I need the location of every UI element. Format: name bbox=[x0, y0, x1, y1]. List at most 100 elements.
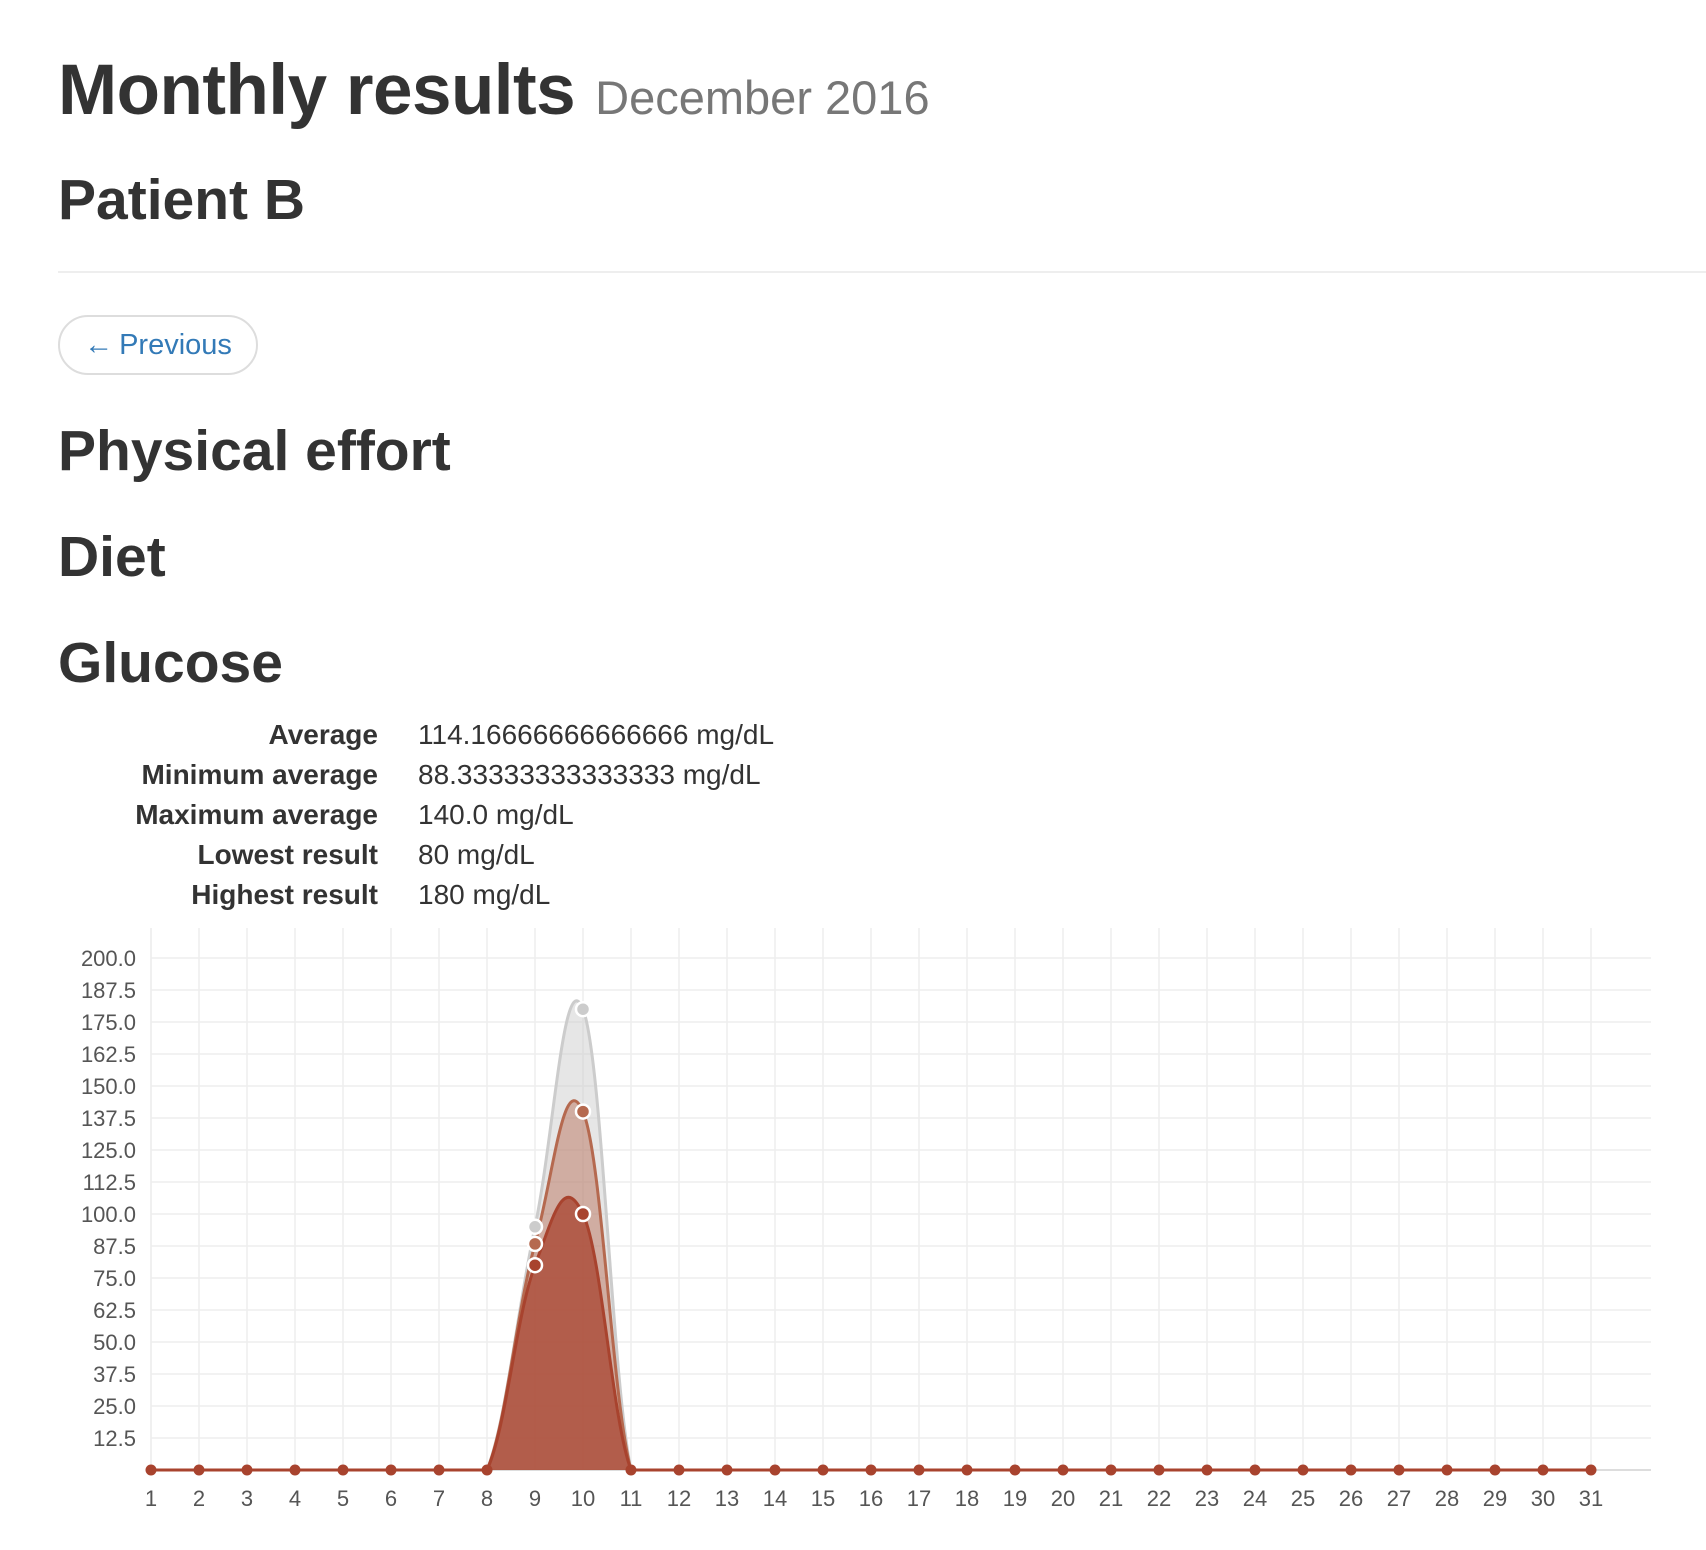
data-point bbox=[1537, 1464, 1549, 1476]
data-point bbox=[289, 1464, 301, 1476]
section-glucose: Glucose bbox=[58, 631, 283, 695]
x-tick-label: 23 bbox=[1195, 1486, 1219, 1511]
stat-label: Lowest result bbox=[197, 839, 378, 870]
x-tick-label: 27 bbox=[1387, 1486, 1411, 1511]
x-tick-label: 20 bbox=[1051, 1486, 1075, 1511]
y-tick-label: 125.0 bbox=[81, 1138, 136, 1163]
data-point bbox=[241, 1464, 253, 1476]
data-point bbox=[574, 1103, 592, 1120]
y-tick-label: 200.0 bbox=[81, 946, 136, 971]
data-point bbox=[721, 1464, 733, 1476]
x-tick-label: 16 bbox=[859, 1486, 883, 1511]
data-point bbox=[1441, 1464, 1453, 1476]
stat-maximum-average: Maximum average 140.0 mg/dL bbox=[58, 799, 958, 839]
x-tick-label: 31 bbox=[1579, 1486, 1603, 1511]
data-point bbox=[1489, 1464, 1501, 1476]
data-point bbox=[625, 1464, 637, 1476]
data-point bbox=[1249, 1464, 1261, 1476]
stat-value: 114.16666666666666 mg/dL bbox=[418, 719, 775, 750]
data-point bbox=[526, 1218, 544, 1236]
data-point bbox=[1585, 1464, 1597, 1476]
x-tick-label: 28 bbox=[1435, 1486, 1459, 1511]
y-tick-label: 87.5 bbox=[93, 1234, 136, 1259]
data-point bbox=[673, 1464, 685, 1476]
data-point bbox=[1153, 1464, 1165, 1476]
y-tick-label: 112.5 bbox=[83, 1170, 136, 1195]
stat-value: 88.33333333333333 mg/dL bbox=[418, 759, 761, 790]
stat-minimum-average: Minimum average 88.33333333333333 mg/dL bbox=[58, 759, 958, 799]
x-tick-label: 5 bbox=[337, 1486, 349, 1511]
previous-button-label: Previous bbox=[119, 328, 232, 361]
x-tick-label: 15 bbox=[811, 1486, 835, 1511]
data-point bbox=[385, 1464, 397, 1476]
x-tick-label: 30 bbox=[1531, 1486, 1555, 1511]
x-tick-label: 3 bbox=[241, 1486, 253, 1511]
x-tick-label: 19 bbox=[1003, 1486, 1027, 1511]
data-point bbox=[961, 1464, 973, 1476]
x-tick-label: 2 bbox=[193, 1486, 205, 1511]
stat-lowest-result: Lowest result 80 mg/dL bbox=[58, 839, 958, 879]
stat-value: 180 mg/dL bbox=[418, 879, 551, 910]
title-row: Monthly results December 2016 bbox=[58, 50, 930, 131]
stat-highest-result: Highest result 180 mg/dL bbox=[58, 879, 958, 919]
y-tick-label: 150.0 bbox=[81, 1074, 136, 1099]
y-tick-label: 62.5 bbox=[93, 1298, 136, 1323]
x-tick-label: 24 bbox=[1243, 1486, 1267, 1511]
page-title: Monthly results bbox=[58, 51, 576, 130]
data-point bbox=[526, 1235, 544, 1253]
stat-value: 80 mg/dL bbox=[418, 839, 535, 870]
data-point bbox=[1009, 1464, 1021, 1476]
y-tick-label: 25.0 bbox=[93, 1394, 136, 1419]
stat-label: Maximum average bbox=[135, 799, 378, 830]
x-tick-label: 6 bbox=[385, 1486, 397, 1511]
x-tick-label: 22 bbox=[1147, 1486, 1171, 1511]
patient-name: Patient B bbox=[58, 168, 306, 232]
x-tick-label: 12 bbox=[667, 1486, 691, 1511]
x-tick-label: 18 bbox=[955, 1486, 979, 1511]
stat-average: Average 114.16666666666666 mg/dL bbox=[58, 719, 958, 759]
data-point bbox=[1393, 1464, 1405, 1476]
y-tick-label: 175.0 bbox=[81, 1010, 136, 1035]
data-point bbox=[1201, 1464, 1213, 1476]
glucose-chart-svg: 12.525.037.550.062.575.087.5100.0112.512… bbox=[81, 928, 1651, 1511]
x-tick-label: 4 bbox=[289, 1486, 301, 1511]
x-tick-label: 17 bbox=[907, 1486, 931, 1511]
x-tick-label: 21 bbox=[1099, 1486, 1123, 1511]
data-point bbox=[193, 1464, 205, 1476]
section-diet: Diet bbox=[58, 525, 166, 589]
data-point bbox=[817, 1464, 829, 1476]
data-point bbox=[769, 1464, 781, 1476]
x-tick-label: 10 bbox=[571, 1486, 595, 1511]
data-point bbox=[1297, 1464, 1309, 1476]
y-tick-label: 137.5 bbox=[81, 1106, 136, 1131]
data-point bbox=[337, 1464, 349, 1476]
page-subtitle: December 2016 bbox=[595, 71, 930, 124]
y-tick-label: 187.5 bbox=[81, 978, 136, 1003]
x-tick-label: 11 bbox=[620, 1486, 643, 1511]
data-point bbox=[574, 1000, 592, 1018]
y-tick-label: 37.5 bbox=[93, 1362, 136, 1387]
x-tick-label: 13 bbox=[715, 1486, 739, 1511]
x-tick-label: 7 bbox=[433, 1486, 445, 1511]
x-tick-label: 8 bbox=[481, 1486, 493, 1511]
stat-label: Average bbox=[268, 719, 378, 750]
y-tick-label: 100.0 bbox=[81, 1202, 136, 1227]
glucose-chart: 12.5 25.0 37.5 50.0 62.5 75.0 87.5 100.0 112.5 12… bbox=[58, 920, 1658, 1520]
y-tick-label: 162.5 bbox=[81, 1042, 136, 1067]
x-tick-label: 14 bbox=[763, 1486, 787, 1511]
stat-value: 140.0 mg/dL bbox=[418, 799, 574, 830]
data-point bbox=[481, 1464, 493, 1476]
data-point bbox=[574, 1205, 592, 1223]
stat-label: Minimum average bbox=[141, 759, 378, 790]
x-tick-label: 25 bbox=[1291, 1486, 1315, 1511]
x-tick-label: 29 bbox=[1483, 1486, 1507, 1511]
data-point bbox=[145, 1464, 157, 1476]
y-tick-label: 75.0 bbox=[93, 1266, 136, 1291]
data-point bbox=[1105, 1464, 1117, 1476]
data-point bbox=[433, 1464, 445, 1476]
previous-button[interactable]: ← Previous bbox=[58, 315, 258, 375]
data-point bbox=[526, 1256, 544, 1274]
x-tick-label: 1 bbox=[145, 1486, 157, 1511]
data-point bbox=[1057, 1464, 1069, 1476]
data-point bbox=[1345, 1464, 1357, 1476]
